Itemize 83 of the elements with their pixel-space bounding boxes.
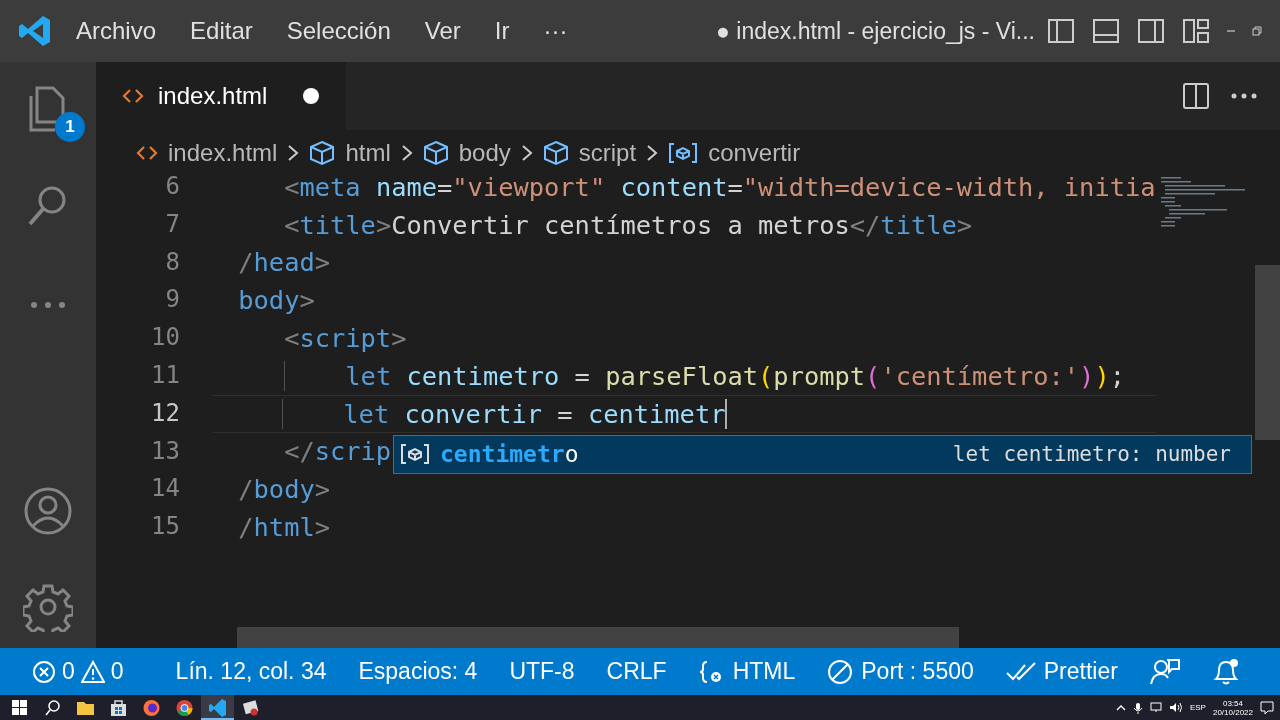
cube-icon xyxy=(309,139,336,166)
line-number: 10 xyxy=(150,322,180,354)
unsaved-dot-icon xyxy=(302,87,320,105)
code-line: </scrip xyxy=(283,435,392,469)
window-title: ● index.html - ejercicio_js - Vi... xyxy=(716,17,1035,45)
code-file-icon xyxy=(136,144,158,161)
more-icon[interactable] xyxy=(28,300,68,310)
notification-badge: 1 xyxy=(55,112,85,142)
chevron-icon xyxy=(646,142,659,163)
code-line: body> xyxy=(237,284,315,318)
line-number: 8 xyxy=(164,246,180,278)
line-number: 7 xyxy=(164,208,180,240)
status-item[interactable]: Prettier xyxy=(1005,658,1118,685)
line-number: 14 xyxy=(150,473,180,505)
error-icon xyxy=(32,659,56,684)
breadcrumb-item[interactable]: script xyxy=(542,138,637,167)
code-line: <title>Convertir centímetros a metros</title> xyxy=(283,208,973,242)
account-icon[interactable] xyxy=(23,486,73,536)
status-item[interactable]: Espacios: 4 xyxy=(358,658,478,685)
menu-item[interactable]: Ver xyxy=(424,17,461,45)
problems-indicator[interactable]: 0 0 xyxy=(0,658,124,685)
code-line: /body> xyxy=(237,473,331,507)
settings-icon[interactable] xyxy=(23,582,73,632)
suggestion-item[interactable]: centimetro let centimetro: number xyxy=(394,435,1251,473)
status-item[interactable]: CRLF xyxy=(606,658,667,685)
code-line: /head> xyxy=(237,246,331,280)
variable-icon xyxy=(668,141,699,164)
keyboard-language[interactable]: ESP xyxy=(1189,703,1206,712)
line-number: 12 xyxy=(150,397,180,429)
feedback-icon[interactable] xyxy=(1149,656,1180,687)
double-check-icon xyxy=(1005,660,1036,683)
line-number: 15 xyxy=(150,511,180,543)
notifications-icon[interactable] xyxy=(1260,700,1274,715)
clock-time[interactable]: 03:54 xyxy=(1222,698,1243,708)
breadcrumb-item[interactable]: index.html xyxy=(136,138,278,167)
editor-app-icon xyxy=(206,696,229,719)
app-logo-icon xyxy=(18,14,52,48)
bell-icon[interactable] xyxy=(1211,656,1240,687)
variable-icon xyxy=(400,443,430,466)
chevron-icon xyxy=(287,142,300,163)
code-line: /html> xyxy=(237,511,331,545)
restore-icon[interactable] xyxy=(1252,26,1262,36)
breadcrumb-item[interactable]: convertir xyxy=(668,138,801,167)
status-item[interactable]: UTF-8 xyxy=(509,658,575,685)
code-line: <script> xyxy=(283,322,407,356)
chevron-icon xyxy=(400,142,413,163)
cube-icon xyxy=(422,139,449,166)
scrollbar[interactable] xyxy=(1255,265,1280,440)
clock-date[interactable]: 20/10/2022 xyxy=(1212,707,1253,717)
editor-tab[interactable]: index.html xyxy=(96,62,346,130)
code-file-icon xyxy=(122,88,144,104)
line-number: 11 xyxy=(150,360,180,391)
line-number: 13 xyxy=(150,435,180,467)
secondary-sidebar-icon[interactable] xyxy=(1137,17,1165,45)
line-number: 6 xyxy=(164,175,180,202)
chevron-icon xyxy=(520,142,533,163)
code-line: let centimetro = parseFloat(prompt('centímetro:')); xyxy=(223,358,1125,393)
text-cursor xyxy=(725,398,728,429)
code-line: <meta name="viewport" content="width=device-width, initia xyxy=(283,175,1156,204)
status-item[interactable]: HTML xyxy=(698,658,796,685)
split-editor-icon[interactable] xyxy=(1182,82,1210,110)
network-icon[interactable] xyxy=(1149,702,1162,713)
breadcrumb-item[interactable]: html xyxy=(309,138,391,167)
warning-icon xyxy=(80,659,105,684)
status-item[interactable]: Lín. 12, col. 34 xyxy=(175,658,327,685)
menu-item[interactable]: ··· xyxy=(543,17,568,45)
more-actions-icon[interactable] xyxy=(1230,92,1258,100)
scrollbar[interactable] xyxy=(237,627,959,648)
layout-icon[interactable] xyxy=(1182,17,1210,45)
microphone-icon[interactable] xyxy=(1132,701,1143,714)
menu-item[interactable]: Selección xyxy=(286,17,391,45)
cube-icon xyxy=(542,139,569,166)
menu-item[interactable]: Editar xyxy=(190,17,253,45)
status-item[interactable]: Port : 5500 xyxy=(827,658,974,685)
code-line: let convertir = centimetr xyxy=(221,396,726,431)
no-entry-icon xyxy=(827,658,854,685)
sidebar-toggle-icon[interactable] xyxy=(1047,17,1075,45)
line-number: 9 xyxy=(164,284,180,316)
menu-item[interactable]: Archivo xyxy=(76,17,157,45)
breadcrumb-item[interactable]: body xyxy=(422,138,511,167)
panel-toggle-icon[interactable] xyxy=(1092,17,1120,45)
volume-icon[interactable] xyxy=(1168,702,1183,713)
menu-item[interactable]: Ir xyxy=(494,17,510,45)
